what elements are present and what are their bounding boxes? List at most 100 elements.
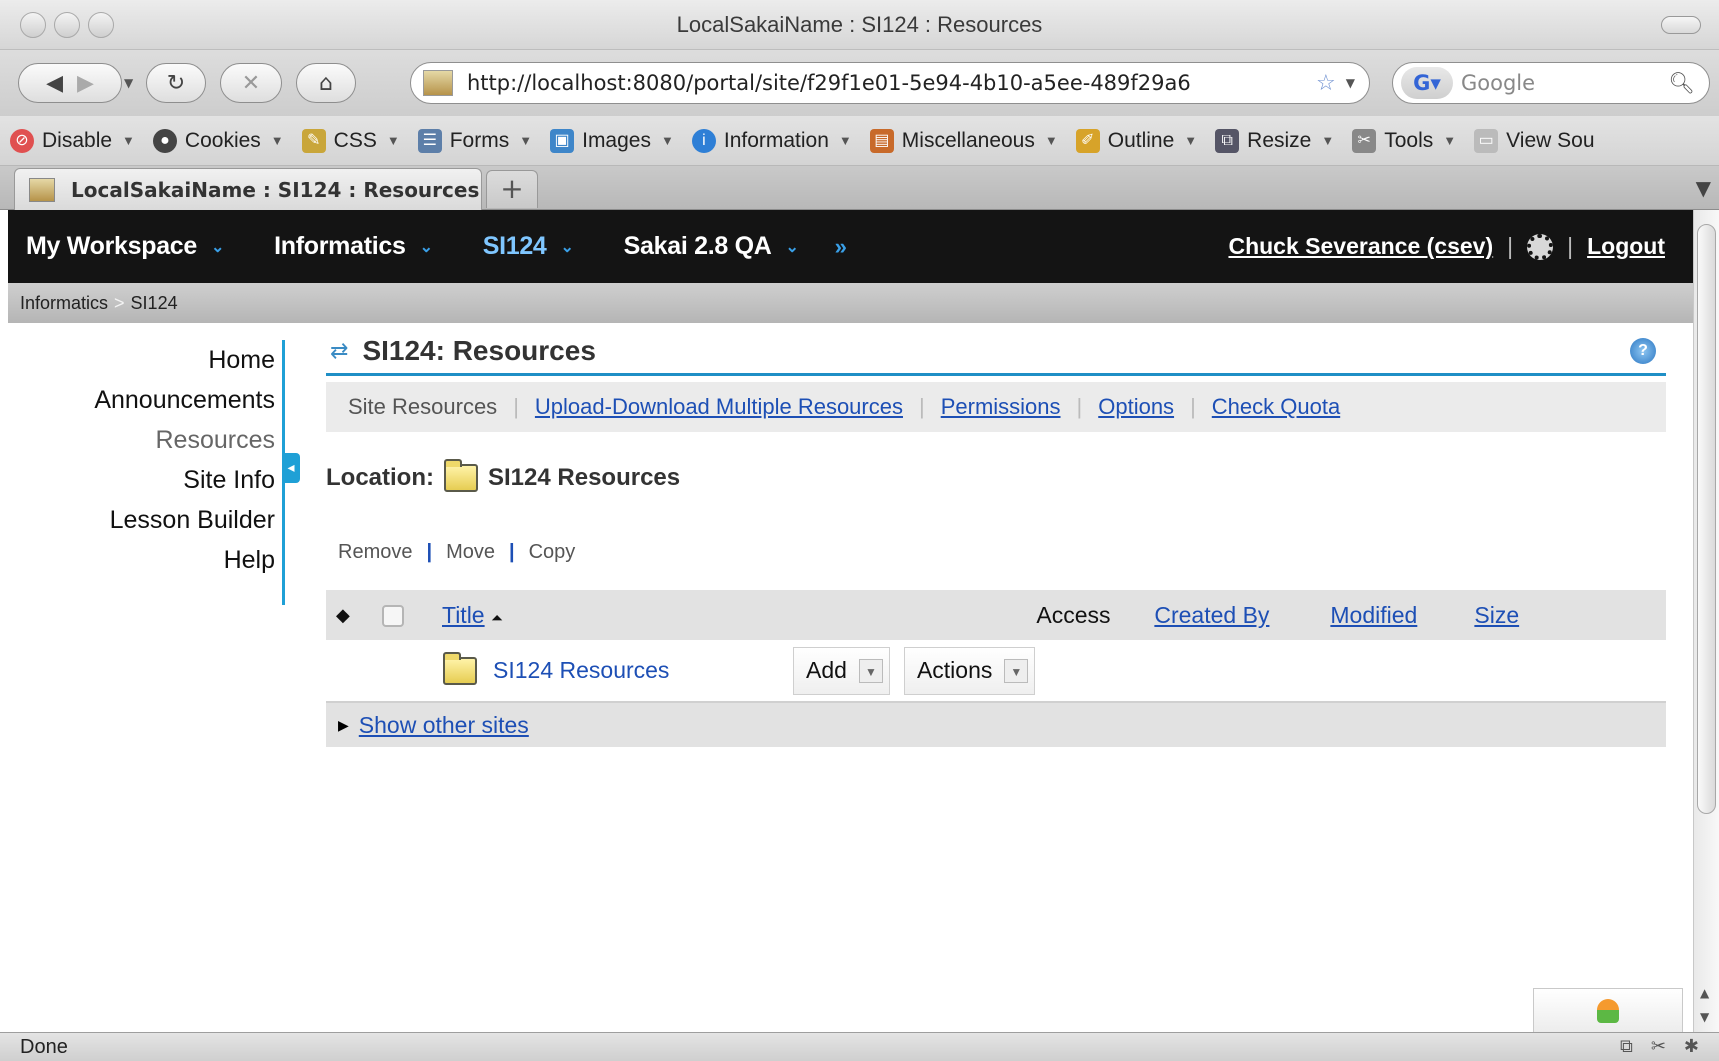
address-bar[interactable]: http://localhost:8080/portal/site/f29f1e… <box>410 62 1370 104</box>
tab-sakai-resources[interactable]: LocalSakaiName : SI124 : Resources <box>14 168 482 210</box>
devbar-images[interactable]: ▣ Images ▼ <box>550 128 674 153</box>
form-icon: ☰ <box>417 128 442 153</box>
folder-icon[interactable] <box>443 651 477 685</box>
scroll-down-arrow-icon[interactable]: ▼ <box>1700 1010 1709 1024</box>
upload-download-link[interactable]: Upload-Download Multiple Resources <box>535 394 903 420</box>
logout-link[interactable]: Logout <box>1587 233 1665 260</box>
tab-list-icon[interactable]: ▼ <box>1696 176 1711 200</box>
devbar-resize[interactable]: ⧉ Resize ▼ <box>1215 128 1334 153</box>
dropdown-arrow-icon: ▼ <box>838 133 852 148</box>
select-all-checkbox[interactable] <box>382 605 404 628</box>
google-engine-icon[interactable]: G▾ <box>1401 67 1453 99</box>
back-forward-buttons[interactable]: ◀ ▶ <box>18 63 122 103</box>
chevron-down-icon[interactable]: ⌄ <box>786 237 799 257</box>
sakai-site-nav: My Workspace ⌄ Informatics ⌄ SI124 ⌄ Sakai … <box>8 210 1693 283</box>
reload-button[interactable]: ↻ <box>146 63 206 103</box>
separator: | <box>1190 394 1196 419</box>
search-input[interactable]: Google <box>1461 71 1535 95</box>
back-arrow-icon[interactable]: ◀ <box>46 71 63 96</box>
tool-help[interactable]: Help <box>8 540 283 580</box>
location-folder-name: SI124 Resources <box>488 464 681 491</box>
wrench-icon: ✂ <box>1352 128 1377 153</box>
devbar-outline[interactable]: ✐ Outline ▼ <box>1075 128 1197 153</box>
tool-announcements[interactable]: Announcements <box>8 380 283 420</box>
dropdown-arrow-icon: ▼ <box>122 133 135 148</box>
actions-menu-button[interactable]: Actions ▼ <box>903 646 1036 695</box>
help-icon[interactable]: ? <box>1630 338 1656 364</box>
gear-icon[interactable] <box>1527 233 1554 260</box>
tool-site-info[interactable]: Site Info <box>8 460 283 500</box>
site-tab-sakai-28-qa[interactable]: Sakai 2.8 QA ⌄ <box>624 232 799 261</box>
devbar-view-source[interactable]: ▭ View Sou <box>1474 128 1595 153</box>
chevron-down-icon[interactable]: ⌄ <box>420 237 433 257</box>
devbar-miscellaneous[interactable]: ▤ Miscellaneous ▼ <box>869 128 1058 153</box>
collapse-tools-button[interactable]: ◂ <box>282 453 300 483</box>
devbar-information[interactable]: i Information ▼ <box>691 128 852 153</box>
forward-arrow-icon[interactable]: ▶ <box>77 71 94 96</box>
site-tab-my-workspace[interactable]: My Workspace ⌄ <box>26 232 224 261</box>
separator: | <box>1567 233 1574 259</box>
url-dropdown-icon[interactable]: ▼ <box>1346 76 1355 90</box>
devbar-disable[interactable]: ⊘ Disable ▼ <box>10 128 135 153</box>
search-icon[interactable]: 🔍︎ <box>1668 71 1695 96</box>
url-text[interactable]: http://localhost:8080/portal/site/f29f1e… <box>467 71 1306 95</box>
windows-icon[interactable]: ⧉ <box>1620 1036 1633 1057</box>
site-tab-informatics[interactable]: Informatics ⌄ <box>274 232 433 261</box>
expand-collapse-all-icon[interactable]: ◆ <box>326 590 382 640</box>
permissions-link[interactable]: Permissions <box>941 394 1061 420</box>
remove-action[interactable]: Remove <box>338 541 412 564</box>
tool-lesson-builder[interactable]: Lesson Builder <box>8 500 283 540</box>
folder-link[interactable]: SI124 Resources <box>493 657 793 684</box>
more-sites-icon[interactable]: » <box>835 234 847 260</box>
bookmark-star-icon[interactable]: ☆ <box>1316 71 1336 96</box>
dropdown-arrow-icon: ▼ <box>1443 133 1457 148</box>
copy-action[interactable]: Copy <box>529 541 576 564</box>
size-sort-link[interactable]: Size <box>1474 602 1519 628</box>
user-name-link[interactable]: Chuck Severance (csev) <box>1228 233 1493 260</box>
presence-button[interactable] <box>1533 988 1683 1032</box>
reset-tool-icon[interactable]: ⇄ <box>330 338 348 364</box>
page-title: SI124: Resources <box>362 334 596 366</box>
new-tab-button[interactable]: + <box>486 170 538 208</box>
tool-resources[interactable]: Resources <box>8 420 283 460</box>
devbar-forms[interactable]: ☰ Forms ▼ <box>417 128 532 153</box>
breadcrumb-informatics[interactable]: Informatics <box>20 293 108 314</box>
search-bar[interactable]: G▾ Google 🔍︎ <box>1392 62 1710 104</box>
chevron-down-icon[interactable]: ⌄ <box>561 237 574 257</box>
breadcrumb-separator: > <box>114 292 125 313</box>
add-menu-button[interactable]: Add ▼ <box>793 646 890 695</box>
scrollbar-thumb[interactable] <box>1697 224 1716 814</box>
title-sort-link[interactable]: Title <box>442 602 485 628</box>
breadcrumb-si124[interactable]: SI124 <box>131 293 178 314</box>
devbar-css[interactable]: ✎ CSS ▼ <box>301 128 400 153</box>
separator: | <box>918 394 925 419</box>
document-icon: ▭ <box>1474 128 1499 153</box>
home-button[interactable]: ⌂ <box>296 63 356 103</box>
move-action[interactable]: Move <box>446 541 495 564</box>
tool-home[interactable]: Home <box>8 340 283 380</box>
bug-icon[interactable]: ✱ <box>1684 1036 1699 1057</box>
sort-ascending-icon[interactable]: ⏶ <box>491 610 503 627</box>
page-viewport: My Workspace ⌄ Informatics ⌄ SI124 ⌄ Sakai … <box>8 210 1693 1032</box>
access-header: Access <box>1036 601 1111 628</box>
toolbar-toggle-button[interactable] <box>1661 16 1701 34</box>
modified-sort-link[interactable]: Modified <box>1330 602 1417 628</box>
location-label: Location: <box>326 464 434 491</box>
devbar-cookies[interactable]: ● Cookies ▼ <box>152 128 284 153</box>
separator: | <box>513 394 519 419</box>
show-other-sites-row: ▶ Show other sites <box>326 703 1666 747</box>
history-dropdown-icon[interactable]: ▼ <box>124 76 133 90</box>
tools-icon[interactable]: ✂ <box>1651 1036 1666 1057</box>
chevron-down-icon[interactable]: ⌄ <box>211 237 224 257</box>
devbar-tools[interactable]: ✂ Tools ▼ <box>1352 128 1457 153</box>
scroll-up-arrow-icon[interactable]: ▲ <box>1700 986 1709 1000</box>
created-by-sort-link[interactable]: Created By <box>1154 602 1269 628</box>
title-cell: SI124 Resources Add ▼ Actions ▼ <box>442 640 1036 702</box>
vertical-scrollbar[interactable]: ▲ ▼ <box>1693 210 1719 1032</box>
show-other-sites-link[interactable]: Show other sites <box>359 712 529 739</box>
check-quota-link[interactable]: Check Quota <box>1212 394 1340 420</box>
options-link[interactable]: Options <box>1098 394 1174 420</box>
stop-button[interactable]: ✕ <box>220 63 282 103</box>
expand-triangle-icon[interactable]: ▶ <box>338 717 349 734</box>
site-tab-si124[interactable]: SI124 ⌄ <box>483 232 574 261</box>
